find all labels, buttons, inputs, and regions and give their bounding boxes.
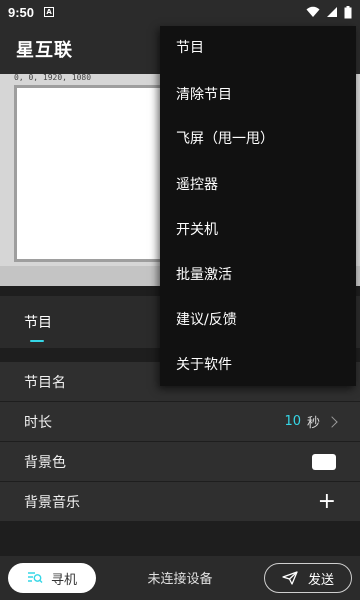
- duration-unit: 秒: [306, 416, 320, 431]
- menu-item-power[interactable]: 开关机: [176, 219, 218, 239]
- wifi-icon: [306, 6, 320, 17]
- menu-item-program[interactable]: 节目: [176, 37, 204, 57]
- status-icons: [306, 5, 352, 19]
- notification-a-icon: A: [44, 7, 55, 17]
- status-bar: 9:50 A: [0, 0, 360, 24]
- canvas-coordinates: 0, 0, 1920, 1080: [14, 73, 92, 82]
- menu-item-feedback[interactable]: 建议/反馈: [176, 309, 237, 329]
- program-settings-list: 节目名 时长 10 秒 背景色 背景音乐 +: [0, 362, 360, 522]
- background-color-swatch[interactable]: [312, 453, 336, 470]
- menu-item-fly-screen[interactable]: 飞屏（甩一甩）: [176, 128, 274, 148]
- tab-program[interactable]: 节目: [24, 312, 52, 332]
- app-title: 星互联: [16, 40, 73, 61]
- tab-indicator: [30, 340, 44, 342]
- duration-row[interactable]: 时长 10 秒: [0, 402, 360, 442]
- status-time: 9:50: [8, 4, 35, 20]
- background-music-label: 背景音乐: [24, 494, 80, 511]
- add-music-plus-icon[interactable]: +: [318, 490, 336, 513]
- menu-item-about[interactable]: 关于软件: [176, 354, 232, 374]
- send-icon: [282, 571, 298, 585]
- menu-item-remote-control[interactable]: 遥控器: [176, 174, 218, 194]
- menu-item-batch-activate[interactable]: 批量激活: [176, 264, 232, 284]
- overflow-menu: 节目 清除节目 飞屏（甩一甩） 遥控器 开关机 批量激活 建议/反馈 关于软件: [160, 26, 356, 386]
- send-button[interactable]: 发送: [264, 563, 352, 593]
- chevron-right-icon: [326, 415, 338, 428]
- background-music-row[interactable]: 背景音乐 +: [0, 482, 360, 522]
- signal-icon: [327, 7, 337, 17]
- bottom-bar: 寻机 未连接设备 发送: [0, 556, 360, 600]
- duration-value: 10: [284, 414, 301, 429]
- program-name-label: 节目名: [24, 374, 66, 391]
- menu-item-clear-program[interactable]: 清除节目: [176, 84, 232, 104]
- send-label: 发送: [307, 572, 334, 588]
- battery-icon: [344, 5, 352, 18]
- duration-label: 时长: [24, 414, 52, 431]
- background-color-label: 背景色: [24, 454, 66, 471]
- background-color-row[interactable]: 背景色: [0, 442, 360, 482]
